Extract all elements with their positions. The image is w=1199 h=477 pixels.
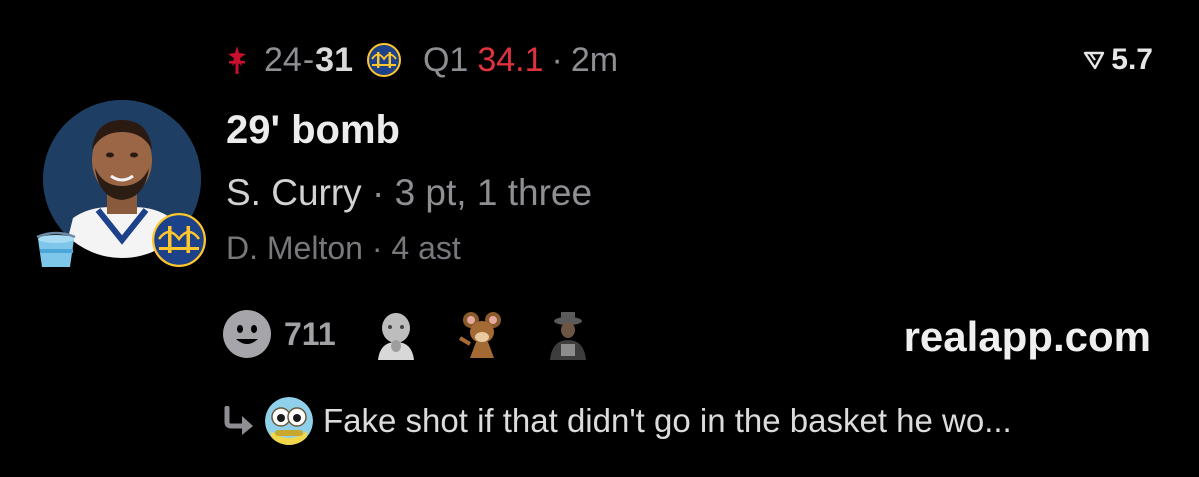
assist-line[interactable]: D. Melton · 4 ast — [226, 230, 461, 267]
separator-dot: · — [361, 172, 395, 213]
rating-value: 5.7 — [1111, 43, 1153, 76]
warriors-logo-badge-icon — [152, 213, 206, 267]
comment-text: Fake shot if that didn't go in the baske… — [323, 402, 1012, 439]
bug-eyed-avatar[interactable] — [265, 397, 313, 445]
separator-dot: · — [362, 230, 392, 266]
scorer-line[interactable]: S. Curry · 3 pt, 1 three — [226, 172, 592, 214]
separator-dot: · — [551, 40, 563, 79]
warriors-logo-icon — [366, 43, 401, 77]
reactions-bar[interactable]: 711 — [222, 308, 594, 360]
score-separator: - — [302, 40, 315, 79]
time-ago: 2m — [570, 40, 619, 79]
away-score: 24 — [264, 40, 302, 79]
cartoon-mouse-avatar[interactable] — [456, 308, 508, 360]
reaction-count: 711 — [284, 315, 336, 352]
scorer-stats: 3 pt, 1 three — [394, 172, 593, 213]
scorer-name: S. Curry — [226, 172, 362, 213]
home-score: 31 — [315, 40, 353, 79]
assist-name: D. Melton — [226, 230, 363, 266]
game-period: Q1 — [422, 40, 469, 79]
comment-preview[interactable]: Fake shot if that didn't go in the baske… — [223, 396, 1012, 446]
rockets-logo-icon — [228, 46, 246, 74]
game-clock: 34.1 — [477, 40, 544, 79]
play-headline: 29' bomb — [226, 108, 400, 152]
reply-arrow-icon — [224, 406, 253, 435]
bucket-icon — [36, 231, 76, 267]
site-link[interactable]: realapp.com — [904, 313, 1151, 361]
rating-chevron-icon — [1084, 51, 1105, 70]
rating[interactable]: 5.7 — [1083, 40, 1153, 80]
game-score-row[interactable]: 24 - 31 Q1 34.1 · 2m — [226, 38, 618, 82]
hat-man-avatar[interactable] — [542, 308, 594, 360]
smiley-icon[interactable] — [222, 309, 272, 359]
baby-avatar[interactable] — [370, 308, 422, 360]
assist-stats: 4 ast — [391, 230, 461, 266]
